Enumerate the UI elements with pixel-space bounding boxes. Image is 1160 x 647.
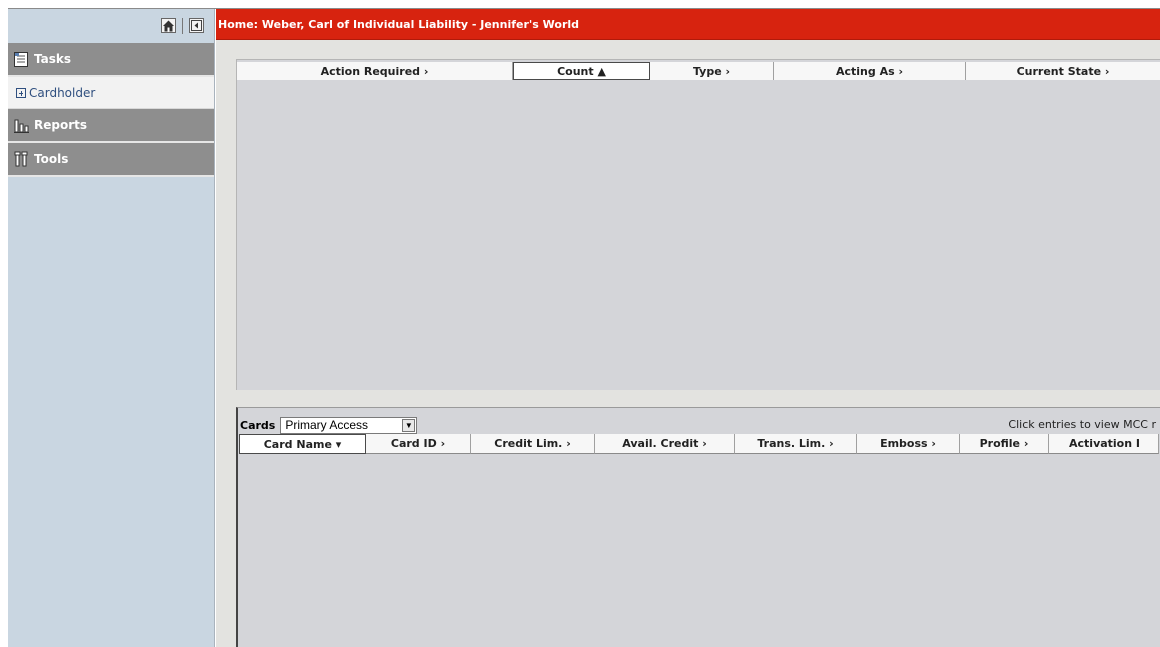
- sidebar-section-tasks[interactable]: Tasks: [8, 43, 214, 77]
- sidebar-section-label: Tasks: [34, 52, 72, 66]
- column-header-transaction-limit[interactable]: Trans. Lim. ›: [735, 434, 857, 454]
- column-header-activation[interactable]: Activation I: [1049, 434, 1159, 454]
- toolbar-separator: [182, 18, 183, 34]
- sidebar-item-cardholder[interactable]: Cardholder: [8, 77, 214, 109]
- column-header-count[interactable]: Count ▲: [513, 62, 650, 80]
- page-title: Home: Weber, Carl of Individual Liabilit…: [218, 17, 580, 31]
- collapse-sidebar-icon[interactable]: [189, 18, 204, 33]
- sidebar: Tasks Cardholder Reports Tools: [8, 9, 215, 647]
- tools-icon: [14, 151, 28, 166]
- sidebar-section-label: Reports: [34, 118, 88, 132]
- column-header-emboss[interactable]: Emboss ›: [857, 434, 960, 454]
- cards-panel: Cards Primary Access ▼ Click entries to …: [236, 407, 1160, 647]
- home-icon[interactable]: [161, 18, 176, 33]
- column-header-available-credit[interactable]: Avail. Credit ›: [595, 434, 735, 454]
- tasks-table: Action Required › Count ▲ Type › Acting …: [236, 59, 1160, 390]
- column-header-action-required[interactable]: Action Required ›: [237, 62, 513, 80]
- select-value: Primary Access: [285, 418, 369, 432]
- sidebar-item-label: Cardholder: [29, 85, 96, 100]
- chevron-down-icon[interactable]: ▼: [402, 418, 416, 432]
- cards-hint-text: Click entries to view MCC r: [1008, 418, 1156, 431]
- column-header-card-id[interactable]: Card ID ›: [366, 434, 471, 454]
- sidebar-section-tools[interactable]: Tools: [8, 143, 214, 177]
- cards-label: Cards: [240, 418, 276, 432]
- expand-icon[interactable]: [16, 87, 26, 98]
- cards-header-row: Card Name ▾ Card ID › Credit Lim. › Avai…: [239, 434, 1159, 454]
- cards-filter-select[interactable]: Primary Access ▼: [280, 416, 418, 434]
- column-header-current-state[interactable]: Current State ›: [966, 62, 1160, 80]
- column-header-type[interactable]: Type ›: [650, 62, 774, 80]
- column-header-card-name[interactable]: Card Name ▾: [239, 434, 366, 454]
- column-header-acting-as[interactable]: Acting As ›: [774, 62, 966, 80]
- tasks-header-row: Action Required › Count ▲ Type › Acting …: [237, 62, 1160, 80]
- sidebar-section-reports[interactable]: Reports: [8, 109, 214, 143]
- column-header-credit-limit[interactable]: Credit Lim. ›: [471, 434, 595, 454]
- sidebar-section-label: Tools: [34, 152, 69, 166]
- tasks-icon: [14, 51, 28, 67]
- page-title-bar: Home: Weber, Carl of Individual Liabilit…: [216, 9, 1160, 40]
- sidebar-toolbar: [8, 9, 214, 43]
- reports-icon: [14, 119, 29, 133]
- column-header-profile[interactable]: Profile ›: [960, 434, 1049, 454]
